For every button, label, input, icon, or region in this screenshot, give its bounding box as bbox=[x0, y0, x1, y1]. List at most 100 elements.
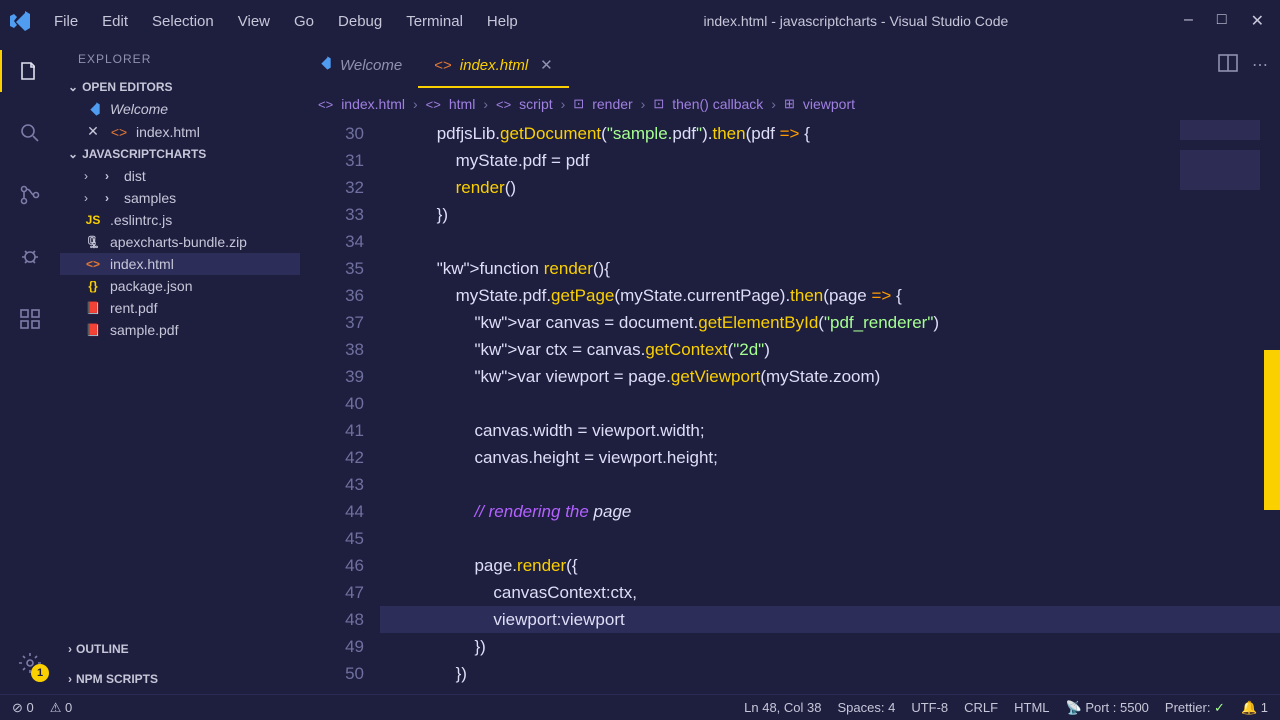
breadcrumb-icon: ⊞ bbox=[784, 96, 795, 112]
language-status[interactable]: HTML bbox=[1014, 700, 1049, 715]
menu-terminal[interactable]: Terminal bbox=[396, 9, 473, 34]
project-header[interactable]: ⌄JAVASCRIPTCHARTS bbox=[60, 143, 300, 165]
tree-item[interactable]: JS .eslintrc.js bbox=[60, 209, 300, 231]
breadcrumb-separator: › bbox=[413, 96, 418, 112]
errors-status[interactable]: ⊘ 0 bbox=[12, 700, 34, 716]
breadcrumb-item[interactable]: render bbox=[592, 96, 632, 112]
chevron-down-icon: ⌄ bbox=[68, 80, 78, 94]
chevron-right-icon: › bbox=[84, 169, 88, 183]
eol-status[interactable]: CRLF bbox=[964, 700, 998, 715]
indentation-status[interactable]: Spaces: 4 bbox=[837, 700, 895, 715]
breadcrumb-icon: ⊡ bbox=[573, 96, 584, 112]
settings-gear-icon[interactable]: 1 bbox=[15, 648, 45, 678]
tree-item[interactable]: 📕sample.pdf bbox=[60, 319, 300, 341]
tree-item-label: sample.pdf bbox=[110, 322, 178, 338]
tree-item[interactable]: ››dist bbox=[60, 165, 300, 187]
chevron-right-icon: › bbox=[68, 672, 72, 686]
window-controls: – □ ✕ bbox=[1184, 11, 1272, 31]
extensions-icon[interactable] bbox=[15, 304, 45, 334]
status-bar: ⊘ 0 ⚠ 0 Ln 48, Col 38 Spaces: 4 UTF-8 CR… bbox=[0, 694, 1280, 720]
search-icon[interactable] bbox=[15, 118, 45, 148]
menu-selection[interactable]: Selection bbox=[142, 9, 224, 34]
live-server-status[interactable]: 📡 Port : 5500 bbox=[1066, 700, 1149, 716]
menu-edit[interactable]: Edit bbox=[92, 9, 138, 34]
cursor-position[interactable]: Ln 48, Col 38 bbox=[744, 700, 821, 715]
open-editor-welcome[interactable]: Welcome bbox=[60, 98, 300, 120]
breadcrumb-item[interactable]: then() callback bbox=[672, 96, 763, 112]
html-icon: <> bbox=[84, 257, 102, 271]
tree-item[interactable]: 📕 rent.pdf bbox=[60, 297, 300, 319]
tree-item-label: .eslintrc.js bbox=[110, 212, 172, 228]
source-control-icon[interactable] bbox=[15, 180, 45, 210]
maximize-icon[interactable]: □ bbox=[1217, 11, 1227, 31]
close-icon[interactable]: ✕ bbox=[540, 56, 553, 74]
breadcrumb-icon: <> bbox=[318, 97, 333, 112]
code-editor[interactable]: 3031323334353637383940414243444546474849… bbox=[300, 120, 1280, 694]
sidebar-explorer: EXPLORER ⌄OPEN EDITORS Welcome ✕ <> inde… bbox=[60, 42, 300, 694]
split-editor-icon[interactable] bbox=[1216, 51, 1240, 80]
tree-item-label: dist bbox=[124, 168, 146, 184]
encoding-status[interactable]: UTF-8 bbox=[911, 700, 948, 715]
minimap[interactable] bbox=[1180, 120, 1260, 220]
menu-file[interactable]: File bbox=[44, 9, 88, 34]
breadcrumb-separator: › bbox=[641, 96, 646, 112]
tab-welcome[interactable]: Welcome bbox=[300, 42, 418, 88]
open-editors-header[interactable]: ⌄OPEN EDITORS bbox=[60, 76, 300, 98]
chevron-down-icon: ⌄ bbox=[68, 147, 78, 161]
tab-label: index.html bbox=[460, 57, 528, 74]
js-icon: JS bbox=[84, 213, 102, 227]
tab-label: Welcome bbox=[340, 57, 402, 74]
breadcrumb[interactable]: <>index.html›<>html›<>script›⊡render›⊡th… bbox=[300, 88, 1280, 120]
editor-tabs: Welcome <> index.html ✕ ⋯ bbox=[300, 42, 1280, 88]
menu-view[interactable]: View bbox=[228, 9, 280, 34]
breadcrumb-item[interactable]: index.html bbox=[341, 96, 405, 112]
pdf-icon: 📕 bbox=[84, 301, 102, 315]
tree-item[interactable]: ››samples bbox=[60, 187, 300, 209]
vscode-logo-icon bbox=[8, 9, 32, 33]
close-icon[interactable]: ✕ bbox=[1251, 11, 1264, 31]
explorer-title: EXPLORER bbox=[60, 42, 300, 76]
breadcrumb-separator: › bbox=[561, 96, 566, 112]
settings-badge: 1 bbox=[31, 664, 49, 682]
breadcrumb-icon: ⊡ bbox=[653, 96, 664, 112]
tree-item[interactable]: <> index.html bbox=[60, 253, 300, 275]
menu-debug[interactable]: Debug bbox=[328, 9, 392, 34]
menu-go[interactable]: Go bbox=[284, 9, 324, 34]
minimize-icon[interactable]: – bbox=[1184, 11, 1193, 31]
prettier-status[interactable]: Prettier: ✓ bbox=[1165, 700, 1225, 716]
folder-icon: › bbox=[98, 191, 116, 205]
breadcrumb-item[interactable]: viewport bbox=[803, 96, 855, 112]
close-icon[interactable]: ✕ bbox=[84, 123, 102, 140]
tree-item-label: apexcharts-bundle.zip bbox=[110, 234, 247, 250]
debug-icon[interactable] bbox=[15, 242, 45, 272]
breadcrumb-item[interactable]: script bbox=[519, 96, 552, 112]
more-icon[interactable]: ⋯ bbox=[1252, 55, 1268, 75]
menu-help[interactable]: Help bbox=[477, 9, 528, 34]
breadcrumb-item[interactable]: html bbox=[449, 96, 475, 112]
open-editor-index[interactable]: ✕ <> index.html bbox=[60, 120, 300, 143]
zip-icon: 🗜 bbox=[84, 235, 102, 249]
open-editor-label: Welcome bbox=[110, 101, 168, 117]
activity-bar: 1 bbox=[0, 42, 60, 694]
line-gutter: 3031323334353637383940414243444546474849… bbox=[300, 120, 380, 694]
html-icon: <> bbox=[110, 124, 128, 140]
warnings-status[interactable]: ⚠ 0 bbox=[50, 700, 73, 716]
json-icon: {} bbox=[84, 279, 102, 293]
tree-item-label: rent.pdf bbox=[110, 300, 157, 316]
title-bar: File Edit Selection View Go Debug Termin… bbox=[0, 0, 1280, 42]
notifications-icon[interactable]: 🔔 1 bbox=[1241, 700, 1268, 716]
explorer-icon[interactable] bbox=[15, 56, 45, 86]
npm-scripts-header[interactable]: ›NPM SCRIPTS bbox=[60, 668, 300, 690]
editor-area: Welcome <> index.html ✕ ⋯ <>index.html›<… bbox=[300, 42, 1280, 694]
open-editor-label: index.html bbox=[136, 124, 200, 140]
tab-index[interactable]: <> index.html ✕ bbox=[418, 42, 568, 88]
scrollbar-marker[interactable] bbox=[1264, 350, 1280, 510]
breadcrumb-icon: <> bbox=[496, 97, 511, 112]
code-content[interactable]: pdfjsLib.getDocument("sample.pdf").then(… bbox=[380, 120, 1280, 694]
outline-header[interactable]: ›OUTLINE bbox=[60, 638, 300, 660]
tree-item-label: samples bbox=[124, 190, 176, 206]
tree-item[interactable]: 🗜 apexcharts-bundle.zip bbox=[60, 231, 300, 253]
tree-item-label: index.html bbox=[110, 256, 174, 272]
window-title: index.html - javascriptcharts - Visual S… bbox=[528, 13, 1184, 29]
tree-item[interactable]: {}package.json bbox=[60, 275, 300, 297]
